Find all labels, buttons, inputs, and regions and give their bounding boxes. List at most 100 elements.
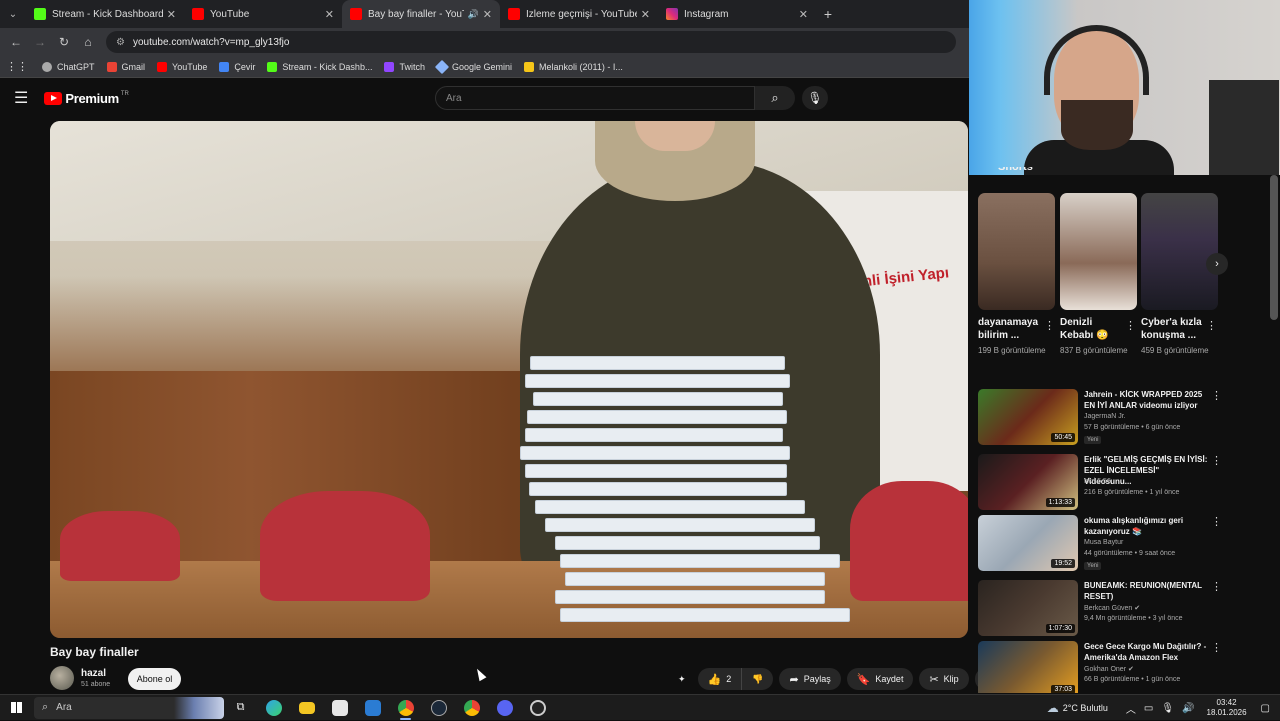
more-vert-icon[interactable]: ⋮ <box>1211 580 1222 593</box>
channel-avatar[interactable] <box>50 666 74 690</box>
bookmark-gemini[interactable]: Google Gemini <box>434 59 512 74</box>
video-channel[interactable]: Irkıl 5.56 <box>1084 478 1111 485</box>
short-title[interactable]: dayanamaya bilirim ... <box>978 316 1046 342</box>
network-icon[interactable]: ▭ <box>1144 703 1153 714</box>
video-thumbnail[interactable]: 37:03 <box>978 641 1078 693</box>
recommendation-item[interactable]: 37:03 Gece Gece Kargo Mu Dağıtılır? - Am… <box>978 641 1268 693</box>
tab-kick[interactable]: Stream - Kick Dashboard ✕ <box>26 0 184 28</box>
recommendation-item[interactable]: 1:13:33 Erlik "GELMİŞ GEÇMİŞ EN İYİSİ: E… <box>978 454 1268 512</box>
short-title[interactable]: Denizli Kebabı 😳 <box>1060 316 1128 342</box>
microphone-icon[interactable]: 🎙 <box>1161 703 1174 714</box>
channel-name[interactable]: hazal <box>81 668 106 679</box>
apps-icon[interactable]: ⋮⋮ <box>6 60 28 73</box>
video-title[interactable]: okuma alışkanlığımızı geri kazanıyoruz 📚 <box>1084 515 1208 537</box>
clock[interactable]: 03:42 18.01.2026 <box>1207 698 1247 718</box>
chevron-right-icon[interactable]: › <box>1206 253 1228 275</box>
short-title[interactable]: Cyber'a kızla konuşma ... <box>1141 316 1209 342</box>
more-vert-icon[interactable]: ⋮ <box>1211 641 1222 654</box>
tab-history[interactable]: İzleme geçmişi - YouTube ✕ <box>500 0 658 28</box>
logo-text: Premium <box>65 90 119 106</box>
recommendation-item[interactable]: 1:07:30 BUNEAMK: REUNION(MENTAL RESET) B… <box>978 580 1268 638</box>
video-thumbnail[interactable]: 1:07:30 <box>978 580 1078 636</box>
steam-app[interactable] <box>422 695 455 721</box>
close-icon[interactable]: ✕ <box>799 8 808 21</box>
close-icon[interactable]: ✕ <box>483 8 492 21</box>
new-tab-button[interactable]: + <box>816 6 840 22</box>
tab-instagram[interactable]: Instagram ✕ <box>658 0 816 28</box>
tab-bay-bay-finaller[interactable]: Bay bay finaller - YouTube 🔊 ✕ <box>342 0 500 28</box>
video-thumbnail[interactable]: 1:13:33 <box>978 454 1078 510</box>
mail-app[interactable] <box>356 695 389 721</box>
obs-app[interactable] <box>521 695 554 721</box>
chrome-profile-app[interactable] <box>455 695 488 721</box>
home-icon[interactable]: ⌂ <box>76 35 100 49</box>
close-icon[interactable]: ✕ <box>641 8 650 21</box>
video-title[interactable]: Gece Gece Kargo Mu Dağıtılır? - Amerika'… <box>1084 641 1208 663</box>
more-vert-icon[interactable]: ⋮ <box>1044 319 1055 332</box>
more-vert-icon[interactable]: ⋮ <box>1211 389 1222 402</box>
search-input[interactable]: Ara <box>435 86 755 110</box>
more-vert-icon[interactable]: ⋮ <box>1211 454 1222 467</box>
video-channel[interactable]: Musa Baytur <box>1084 539 1123 546</box>
url-input[interactable]: ⚙ youtube.com/watch?v=mp_gly13fjo <box>106 31 956 53</box>
short-thumbnail[interactable] <box>1060 193 1137 310</box>
effects-button[interactable]: ✦ <box>672 668 692 690</box>
video-channel[interactable]: JagermaN Jr. <box>1084 413 1126 420</box>
bookmark-cevir[interactable]: Çevir <box>219 61 255 72</box>
short-thumbnail[interactable] <box>1141 193 1218 310</box>
discord-app[interactable] <box>488 695 521 721</box>
task-view-button[interactable]: ⧉ <box>224 695 257 721</box>
video-thumbnail[interactable]: 19:52 <box>978 515 1078 571</box>
video-frame-chair <box>260 491 430 601</box>
video-duration: 37:03 <box>1051 685 1075 693</box>
bookmark-youtube[interactable]: YouTube <box>157 61 207 72</box>
speaker-icon[interactable]: 🔊 <box>468 9 479 20</box>
video-thumbnail[interactable]: 50:45 <box>978 389 1078 445</box>
video-channel[interactable]: Berkcan Güven ✔ <box>1084 604 1140 612</box>
notification-icon[interactable]: ▢ <box>1261 703 1270 714</box>
bookmark-chatgpt[interactable]: ChatGPT <box>42 61 95 72</box>
reload-icon[interactable]: ↻ <box>52 35 76 49</box>
more-vert-icon[interactable]: ⋮ <box>1206 319 1217 332</box>
bookmark-kick[interactable]: Stream - Kick Dashb... <box>267 61 372 72</box>
forward-icon[interactable]: → <box>28 35 52 49</box>
close-icon[interactable]: ✕ <box>325 8 334 21</box>
search-icon[interactable]: ⌕ <box>755 86 795 110</box>
video-title[interactable]: Jahrein - KİCK WRAPPED 2025 EN İYİ ANLAR… <box>1084 389 1208 411</box>
more-vert-icon[interactable]: ⋮ <box>1125 319 1136 332</box>
site-info-icon[interactable]: ⚙ <box>116 37 125 48</box>
more-vert-icon[interactable]: ⋮ <box>1211 515 1222 528</box>
save-button[interactable]: 🔖 Kaydet <box>846 668 914 690</box>
bookmark-twitch[interactable]: Twitch <box>384 61 425 72</box>
close-icon[interactable]: ✕ <box>167 8 176 21</box>
store-app[interactable] <box>323 695 356 721</box>
video-title[interactable]: BUNEAMK: REUNION(MENTAL RESET) <box>1084 580 1208 602</box>
youtube-premium-logo[interactable]: Premium TR <box>44 91 129 106</box>
edge-app[interactable] <box>257 695 290 721</box>
short-thumbnail[interactable] <box>978 193 1055 310</box>
chrome-app[interactable] <box>389 695 422 721</box>
menu-icon[interactable]: ☰ <box>14 88 28 108</box>
share-button[interactable]: ➦ Paylaş <box>779 668 841 690</box>
tab-search-button[interactable]: ⌄ <box>0 0 26 28</box>
clip-button[interactable]: ✂ Klip <box>919 668 969 690</box>
back-icon[interactable]: ← <box>4 35 28 49</box>
recommendation-item[interactable]: 50:45 Jahrein - KİCK WRAPPED 2025 EN İYİ… <box>978 389 1268 447</box>
bookmark-gmail[interactable]: Gmail <box>106 61 145 72</box>
volume-icon[interactable]: 🔊 <box>1182 703 1194 714</box>
microphone-icon[interactable]: 🎙 <box>802 86 828 110</box>
video-channel[interactable]: Gokhan Oner ✔ <box>1084 665 1134 673</box>
dislike-button[interactable]: 👎 <box>742 668 774 690</box>
video-player[interactable]: ler, nemli İşini Yapı <box>50 121 968 638</box>
chevron-up-icon[interactable]: ︿ <box>1126 701 1136 716</box>
tab-youtube[interactable]: YouTube ✕ <box>184 0 342 28</box>
taskbar-search-input[interactable]: ⌕ Ara <box>34 696 224 719</box>
like-button[interactable]: 👍 2 <box>697 668 743 690</box>
file-explorer-app[interactable] <box>290 695 323 721</box>
sidebar-scrollbar[interactable] <box>1270 175 1278 320</box>
recommendation-item[interactable]: 19:52 okuma alışkanlığımızı geri kazanıy… <box>978 515 1268 573</box>
subscribe-button[interactable]: Abone ol <box>128 668 181 690</box>
weather-widget[interactable]: ☁ 2°C Bulutlu <box>1047 701 1108 715</box>
start-button[interactable] <box>0 702 32 713</box>
bookmark-imdb[interactable]: Melankoli (2011) - I... <box>524 61 623 72</box>
